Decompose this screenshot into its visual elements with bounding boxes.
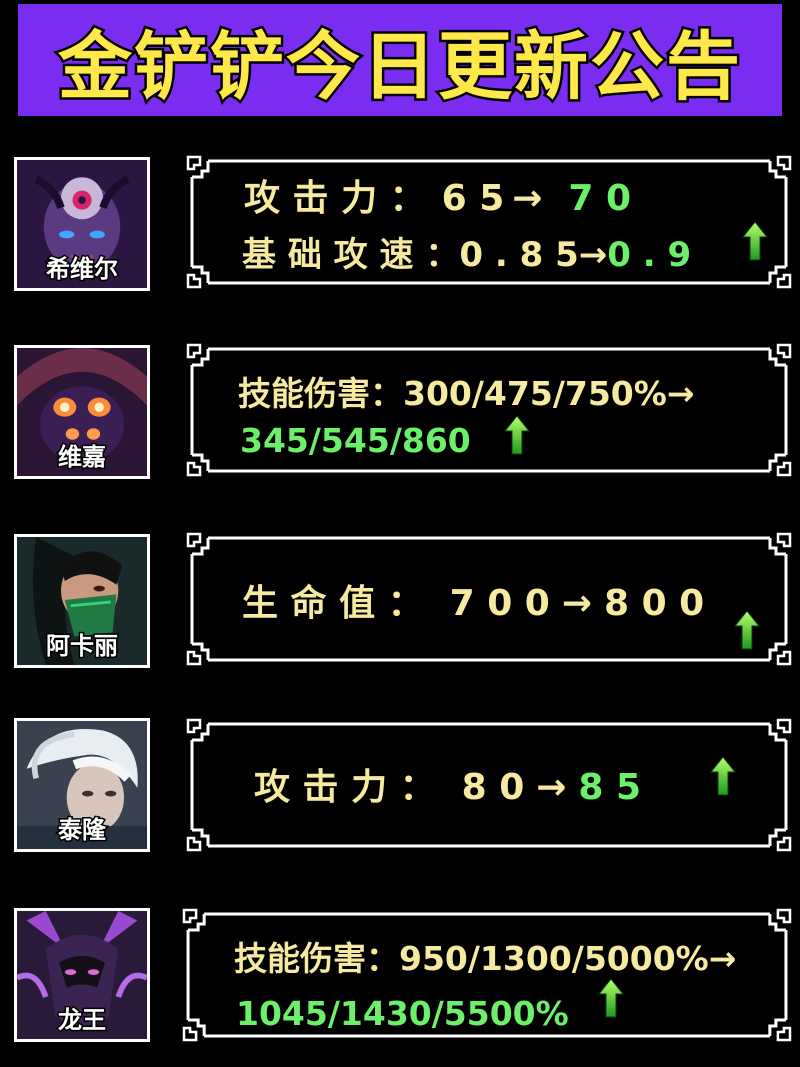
- stat-label: 技能伤害：: [238, 374, 403, 413]
- champion-row-2: 维嘉 技能伤害：300/475/750%→ 345/545/860: [0, 343, 800, 479]
- stat-line: 技能伤害：300/475/750%→: [238, 367, 694, 415]
- up-arrow-icon: [504, 415, 530, 455]
- old-value: 7 0 0: [449, 583, 550, 624]
- champion-name: 希维尔: [45, 254, 120, 285]
- champion-name: 泰隆: [57, 815, 108, 846]
- new-value: 7 0: [568, 178, 632, 219]
- stat-label: 基 础 攻 速 ：: [242, 235, 460, 275]
- up-arrow-icon: [598, 978, 624, 1018]
- avatar: 希维尔: [14, 157, 150, 291]
- stat-line: 345/545/860: [240, 421, 471, 460]
- arrow-text: →: [536, 767, 567, 808]
- champion-row-3: 阿卡丽 生 命 值 ： 7 0 0 → 8 0 0: [0, 532, 800, 668]
- champion-row-5: 龙王 技能伤害：950/1300/5000%→ 1045/1430/5500%: [0, 906, 800, 1044]
- arrow-text: →: [708, 939, 737, 978]
- avatar: 阿卡丽: [14, 534, 150, 668]
- up-arrow-icon: [742, 221, 768, 261]
- stats-frame: 技能伤害：300/475/750%→ 345/545/860: [186, 343, 792, 477]
- stat-label: 攻 击 力 ：: [244, 178, 426, 219]
- stat-line: 攻 击 力 ： 8 0 → 8 5: [254, 758, 641, 810]
- new-value: 345/545/860: [240, 421, 471, 460]
- arrow-text: →: [666, 374, 695, 413]
- arrow-text: →: [561, 583, 592, 624]
- stat-line: 1045/1430/5500%: [236, 994, 569, 1033]
- stat-line: 技能伤害：950/1300/5000%→: [234, 932, 736, 980]
- stats-frame: 攻 击 力 ： 6 5 → 7 0 基 础 攻 速 ：0 . 8 5→0 . 9: [186, 155, 792, 289]
- stats-frame: 攻 击 力 ： 8 0 → 8 5: [186, 718, 792, 852]
- champion-name: 维嘉: [57, 442, 108, 473]
- champion-row-1: 希维尔 攻 击 力 ： 6 5 → 7 0 基 础 攻 速 ：0 . 8 5→0 . …: [0, 155, 800, 291]
- up-arrow-icon: [710, 756, 736, 796]
- up-arrow-icon: [734, 610, 760, 650]
- stat-label: 攻 击 力 ：: [254, 767, 436, 808]
- stat-label: 技能伤害：: [234, 939, 399, 978]
- new-value: 8 5: [578, 767, 642, 808]
- new-value: 8 0 0: [604, 583, 705, 624]
- champion-row-4: 泰隆 攻 击 力 ： 8 0 → 8 5: [0, 716, 800, 854]
- stat-line: 攻 击 力 ： 6 5 → 7 0: [244, 169, 631, 221]
- avatar: 龙王: [14, 908, 150, 1042]
- old-value: 0 . 8 5: [459, 235, 579, 275]
- champion-name: 阿卡丽: [45, 631, 120, 662]
- new-value: 0 . 9: [607, 235, 692, 275]
- arrow-text: →: [512, 178, 543, 219]
- stats-frame: 生 命 值 ： 7 0 0 → 8 0 0: [186, 532, 792, 666]
- stats-frame: 技能伤害：950/1300/5000%→ 1045/1430/5500%: [182, 908, 792, 1042]
- old-value: 300/475/750%: [403, 374, 667, 413]
- stat-line: 生 命 值 ： 7 0 0 → 8 0 0: [242, 574, 704, 626]
- champion-name: 龙王: [57, 1005, 108, 1036]
- avatar: 维嘉: [14, 345, 150, 479]
- page-title: 金铲铲今日更新公告: [56, 21, 743, 112]
- arrow-text: →: [578, 235, 608, 275]
- old-value: 6 5: [441, 178, 505, 219]
- title-banner: 金铲铲今日更新公告: [18, 4, 782, 116]
- stat-label: 生 命 值 ：: [242, 583, 424, 624]
- avatar: 泰隆: [14, 718, 150, 852]
- new-value: 1045/1430/5500%: [236, 994, 569, 1033]
- stat-line: 基 础 攻 速 ：0 . 8 5→0 . 9: [242, 227, 691, 276]
- old-value: 8 0: [461, 767, 525, 808]
- old-value: 950/1300/5000%: [399, 939, 709, 978]
